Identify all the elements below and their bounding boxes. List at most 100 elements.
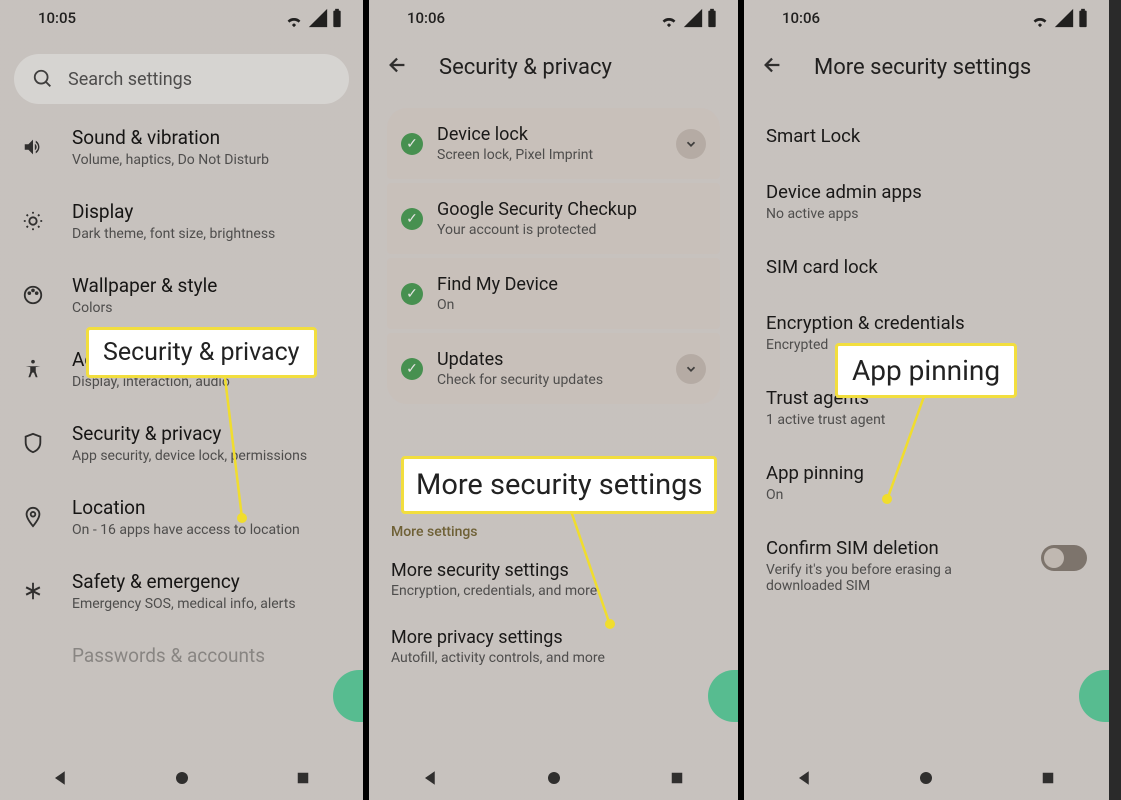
phone-screen-more-security: 10:06 More security settings Smart Lock … <box>744 0 1109 800</box>
row-subtitle: Emergency SOS, medical info, alerts <box>72 596 296 612</box>
row-subtitle: Volume, haptics, Do Not Disturb <box>72 152 269 168</box>
more-security-settings-row[interactable]: More security settings Encryption, crede… <box>369 546 738 613</box>
row-title: Smart Lock <box>766 125 1087 147</box>
phone-screen-security: 10:06 Security & privacy ✓ Device lockSc… <box>369 0 744 800</box>
row-subtitle: Verify it's you before erasing a downloa… <box>766 562 986 594</box>
fab-partial[interactable] <box>333 670 363 722</box>
row-title: Passwords & accounts <box>72 644 265 667</box>
header: Security & privacy <box>369 36 738 108</box>
nav-back-icon[interactable] <box>796 769 814 787</box>
card-subtitle: Screen lock, Pixel Imprint <box>437 147 593 163</box>
toggle-off[interactable] <box>1041 545 1087 571</box>
battery-icon <box>706 7 718 29</box>
row-title: Encryption & credentials <box>766 312 1087 334</box>
nav-recent-icon[interactable] <box>1039 769 1057 787</box>
row-title: App pinning <box>766 462 1087 484</box>
nav-home-icon[interactable] <box>917 769 935 787</box>
chevron-down-icon[interactable] <box>676 354 706 384</box>
status-bar: 10:05 <box>0 0 363 36</box>
card-title: Google Security Checkup <box>437 199 637 220</box>
wifi-icon <box>658 7 680 29</box>
phone-screen-settings: 10:05 Search settings Sound & vibration V… <box>0 0 369 800</box>
display-row[interactable]: Display Dark theme, font size, brightness <box>0 184 363 258</box>
confirm-sim-deletion-row[interactable]: Confirm SIM deletion Verify it's you bef… <box>744 520 1109 611</box>
device-admin-apps-row[interactable]: Device admin appsNo active apps <box>744 164 1109 239</box>
search-icon <box>32 68 54 90</box>
passwords-accounts-row[interactable]: Passwords & accounts <box>0 628 363 667</box>
row-title: Sound & vibration <box>72 126 269 149</box>
security-privacy-row[interactable]: Security & privacyApp security, device l… <box>0 406 363 480</box>
status-icons <box>283 7 343 29</box>
volume-icon <box>18 136 48 158</box>
callout-anchor-dot <box>237 513 247 523</box>
check-icon: ✓ <box>401 133 423 155</box>
fab-partial[interactable] <box>1079 670 1109 722</box>
google-security-checkup-card[interactable]: ✓ Google Security Checkup Your account is… <box>387 183 720 254</box>
card-subtitle: Check for security updates <box>437 372 603 388</box>
nav-back-icon[interactable] <box>52 769 70 787</box>
row-title: Security & privacy <box>72 422 307 445</box>
row-title: More privacy settings <box>391 627 716 648</box>
callout-more-security: More security settings <box>401 456 717 514</box>
card-subtitle: Your account is protected <box>437 222 637 238</box>
row-title: SIM card lock <box>766 256 1087 278</box>
callout-app-pinning: App pinning <box>835 343 1017 398</box>
location-icon <box>18 506 48 528</box>
sim-card-lock-row[interactable]: SIM card lock <box>744 239 1109 295</box>
header: More security settings <box>744 36 1109 108</box>
clock: 10:06 <box>407 9 445 27</box>
row-title: Location <box>72 496 300 519</box>
back-button[interactable] <box>387 54 415 80</box>
battery-icon <box>331 7 343 29</box>
check-icon: ✓ <box>401 358 423 380</box>
signal-icon <box>682 7 704 29</box>
updates-card[interactable]: ✓ Updates Check for security updates <box>387 333 720 404</box>
row-subtitle: Colors <box>72 300 217 316</box>
nav-recent-icon[interactable] <box>668 769 686 787</box>
clock: 10:06 <box>782 9 820 27</box>
page-title: More security settings <box>814 55 1031 80</box>
wifi-icon <box>1029 7 1051 29</box>
signal-icon <box>307 7 329 29</box>
row-title: Wallpaper & style <box>72 274 217 297</box>
wifi-icon <box>283 7 305 29</box>
find-my-device-card[interactable]: ✓ Find My DeviceOn <box>387 258 720 329</box>
nav-back-icon[interactable] <box>422 769 440 787</box>
status-icons <box>658 7 718 29</box>
nav-recent-icon[interactable] <box>294 769 312 787</box>
card-subtitle: On <box>437 297 558 313</box>
row-subtitle: 1 active trust agent <box>766 412 1087 428</box>
palette-icon <box>18 284 48 306</box>
status-bar: 10:06 <box>369 0 738 36</box>
back-button[interactable] <box>762 54 790 80</box>
location-row[interactable]: Location On - 16 apps have access to loca… <box>0 480 363 554</box>
app-pinning-row[interactable]: App pinningOn <box>744 445 1109 520</box>
row-title: Display <box>72 200 275 223</box>
row-title: Safety & emergency <box>72 570 296 593</box>
smart-lock-row[interactable]: Smart Lock <box>744 108 1109 164</box>
nav-home-icon[interactable] <box>545 769 563 787</box>
check-icon: ✓ <box>401 208 423 230</box>
asterisk-icon <box>18 580 48 602</box>
wallpaper-row[interactable]: Wallpaper & style Colors <box>0 258 363 332</box>
page-title: Security & privacy <box>439 55 612 80</box>
shield-icon <box>18 432 48 454</box>
device-lock-card[interactable]: ✓ Device lockScreen lock, Pixel Imprint <box>387 108 720 179</box>
row-title: Device admin apps <box>766 181 1087 203</box>
safety-emergency-row[interactable]: Safety & emergency Emergency SOS, medical… <box>0 554 363 628</box>
nav-home-icon[interactable] <box>173 769 191 787</box>
status-cards: ✓ Device lockScreen lock, Pixel Imprint … <box>387 108 720 404</box>
status-icons <box>1029 7 1089 29</box>
more-privacy-settings-row[interactable]: More privacy settings Autofill, activity… <box>369 613 738 680</box>
search-input[interactable]: Search settings <box>14 54 349 104</box>
sound-vibration-row[interactable]: Sound & vibration Volume, haptics, Do Not… <box>0 110 363 184</box>
card-title: Updates <box>437 349 603 370</box>
chevron-down-icon[interactable] <box>676 129 706 159</box>
signal-icon <box>1053 7 1075 29</box>
row-subtitle: On - 16 apps have access to location <box>72 522 300 538</box>
nav-bar <box>369 756 738 800</box>
nav-bar <box>744 756 1109 800</box>
battery-icon <box>1077 7 1089 29</box>
callout-anchor-dot <box>882 494 892 504</box>
row-subtitle: Dark theme, font size, brightness <box>72 226 275 242</box>
